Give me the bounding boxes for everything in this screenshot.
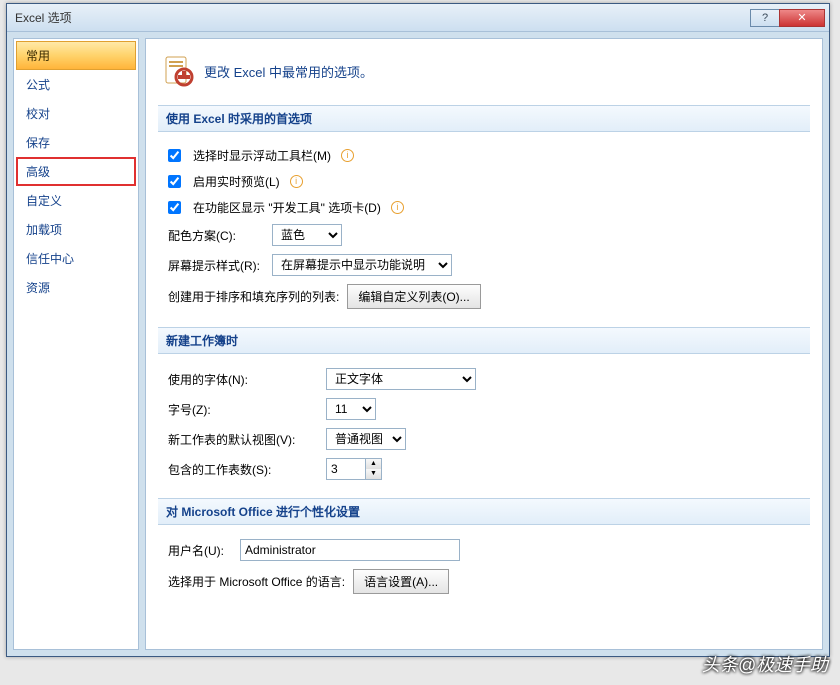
sidebar-item-advanced[interactable]: 高级 [16, 157, 136, 186]
select-defaultview[interactable]: 普通视图 [326, 428, 406, 450]
sidebar: 常用 公式 校对 保存 高级 自定义 加载项 信任中心 资源 [13, 38, 139, 650]
label-language: 选择用于 Microsoft Office 的语言: [168, 573, 345, 590]
sidebar-item-formulas[interactable]: 公式 [16, 70, 136, 99]
banner: 更改 Excel 中最常用的选项。 [158, 49, 810, 101]
spin-down[interactable]: ▼ [366, 469, 381, 479]
spinner-sheetcount[interactable]: ▲▼ [326, 458, 382, 480]
window-title: Excel 选项 [15, 9, 751, 26]
sidebar-item-proofing[interactable]: 校对 [16, 99, 136, 128]
group-popular: 使用 Excel 时采用的首选项 选择时显示浮动工具栏(M) i 启用实时预览(… [158, 105, 810, 313]
label-font: 使用的字体(N): [168, 371, 318, 388]
label-devtab: 在功能区显示 "开发工具" 选项卡(D) [193, 199, 381, 216]
sidebar-item-popular[interactable]: 常用 [16, 41, 136, 70]
group-header-newbook: 新建工作簿时 [158, 327, 810, 354]
select-tooltipstyle[interactable]: 在屏幕提示中显示功能说明 [272, 254, 452, 276]
close-button[interactable]: ✕ [779, 9, 825, 27]
input-username[interactable] [240, 539, 460, 561]
sidebar-item-resources[interactable]: 资源 [16, 273, 136, 302]
group-header-personalize: 对 Microsoft Office 进行个性化设置 [158, 498, 810, 525]
sidebar-item-trustcenter[interactable]: 信任中心 [16, 244, 136, 273]
label-username: 用户名(U): [168, 542, 232, 559]
label-livepreview: 启用实时预览(L) [193, 173, 280, 190]
sidebar-item-customize[interactable]: 自定义 [16, 186, 136, 215]
select-colorscheme[interactable]: 蓝色 [272, 224, 342, 246]
checkbox-devtab[interactable] [168, 201, 181, 214]
label-sheetcount: 包含的工作表数(S): [168, 461, 318, 478]
checkbox-minibar[interactable] [168, 149, 181, 162]
label-minibar: 选择时显示浮动工具栏(M) [193, 147, 331, 164]
label-defaultview: 新工作表的默认视图(V): [168, 431, 318, 448]
info-icon[interactable]: i [391, 201, 404, 214]
banner-text: 更改 Excel 中最常用的选项。 [204, 62, 373, 81]
language-settings-button[interactable]: 语言设置(A)... [353, 569, 449, 594]
label-tooltipstyle: 屏幕提示样式(R): [168, 257, 264, 274]
input-sheetcount[interactable] [326, 458, 366, 480]
label-customlists: 创建用于排序和填充序列的列表: [168, 288, 339, 305]
label-fontsize: 字号(Z): [168, 401, 318, 418]
checkbox-livepreview[interactable] [168, 175, 181, 188]
select-font[interactable]: 正文字体 [326, 368, 476, 390]
group-header-popular: 使用 Excel 时采用的首选项 [158, 105, 810, 132]
select-fontsize[interactable]: 11 [326, 398, 376, 420]
edit-custom-lists-button[interactable]: 编辑自定义列表(O)... [347, 284, 480, 309]
options-dialog: Excel 选项 ? ✕ 常用 公式 校对 保存 高级 自定义 加载项 信任中心… [6, 3, 830, 657]
group-personalize: 对 Microsoft Office 进行个性化设置 用户名(U): 选择用于 … [158, 498, 810, 598]
info-icon[interactable]: i [341, 149, 354, 162]
label-colorscheme: 配色方案(C): [168, 227, 264, 244]
main-panel: 更改 Excel 中最常用的选项。 使用 Excel 时采用的首选项 选择时显示… [145, 38, 823, 650]
sidebar-item-addins[interactable]: 加载项 [16, 215, 136, 244]
help-button[interactable]: ? [750, 9, 780, 27]
sidebar-item-save[interactable]: 保存 [16, 128, 136, 157]
group-newbook: 新建工作簿时 使用的字体(N): 正文字体 字号(Z): 11 新工作表的默认视… [158, 327, 810, 484]
info-icon[interactable]: i [290, 175, 303, 188]
titlebar[interactable]: Excel 选项 ? ✕ [7, 4, 829, 32]
spin-up[interactable]: ▲ [366, 459, 381, 469]
options-icon [162, 55, 194, 87]
